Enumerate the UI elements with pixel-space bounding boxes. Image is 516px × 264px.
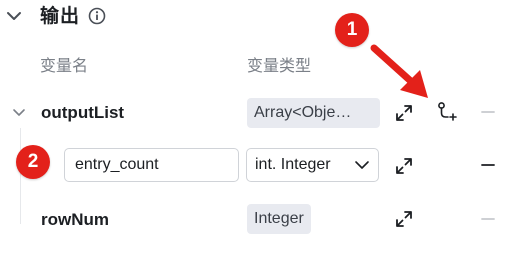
variable-name: rowNum [41,210,109,229]
type-select-value: int. Integer [255,156,331,173]
expand-icon[interactable] [394,209,414,229]
type-select[interactable]: int. Integer [246,148,379,182]
annotation-badge-2: 2 [16,145,50,179]
section-title: 输出 [40,6,81,27]
chevron-down-icon[interactable] [6,8,22,24]
column-header-type: 变量类型 [247,58,312,75]
delete-icon[interactable] [480,211,496,227]
delete-icon[interactable] [480,104,496,120]
delete-icon[interactable] [480,157,496,173]
tree-guide-line [20,128,21,224]
chevron-down-icon [355,161,369,169]
info-icon[interactable] [88,7,106,25]
annotation-badge-1: 1 [335,13,369,47]
column-header-name: 变量名 [40,58,89,75]
chevron-down-icon[interactable] [11,104,27,120]
expand-icon[interactable] [394,156,414,176]
type-tag: Integer [247,204,311,234]
type-tag: Array<Obje… [247,98,380,128]
add-child-icon[interactable] [436,101,458,123]
expand-icon[interactable] [394,103,414,123]
variable-name-input[interactable] [64,148,239,182]
annotation-arrow [370,44,428,98]
variable-name: outputList [41,103,125,122]
